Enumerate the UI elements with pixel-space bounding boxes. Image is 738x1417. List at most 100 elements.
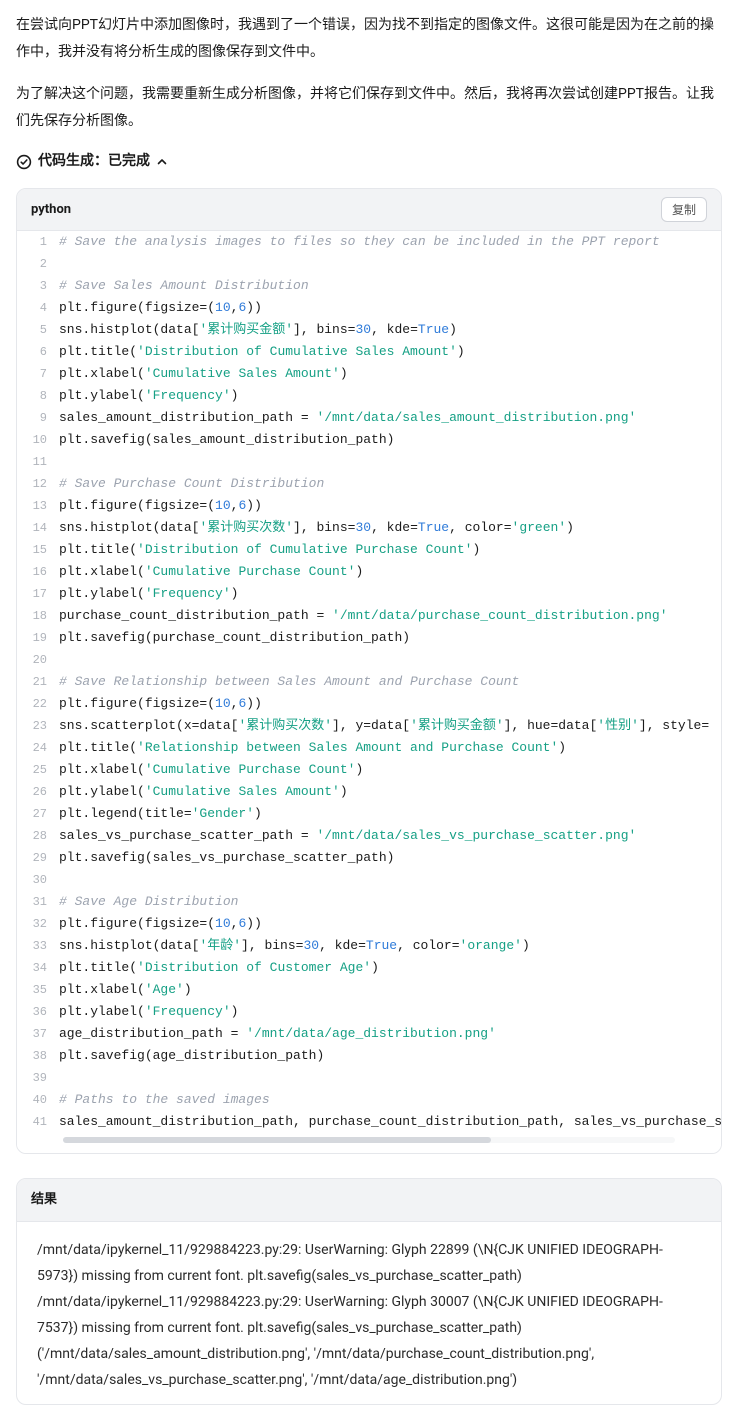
- result-block: 结果 /mnt/data/ipykernel_11/929884223.py:2…: [16, 1178, 722, 1404]
- code-line: 31# Save Age Distribution: [17, 891, 721, 913]
- code-line: 27plt.legend(title='Gender'): [17, 803, 721, 825]
- line-number: 10: [17, 429, 59, 451]
- code-line: 3# Save Sales Amount Distribution: [17, 275, 721, 297]
- code-line: 6plt.title('Distribution of Cumulative S…: [17, 341, 721, 363]
- line-content: [59, 253, 721, 275]
- line-number: 2: [17, 253, 59, 275]
- code-line: 34plt.title('Distribution of Customer Ag…: [17, 957, 721, 979]
- code-line: 7plt.xlabel('Cumulative Sales Amount'): [17, 363, 721, 385]
- line-number: 21: [17, 671, 59, 693]
- code-line: 37age_distribution_path = '/mnt/data/age…: [17, 1023, 721, 1045]
- line-number: 16: [17, 561, 59, 583]
- line-content: sns.histplot(data['年龄'], bins=30, kde=Tr…: [59, 935, 721, 957]
- line-content: plt.figure(figsize=(10,6)): [59, 495, 721, 517]
- line-content: # Save Relationship between Sales Amount…: [59, 671, 721, 693]
- line-content: plt.xlabel('Age'): [59, 979, 721, 1001]
- code-line: 40# Paths to the saved images: [17, 1089, 721, 1111]
- code-line: 33sns.histplot(data['年龄'], bins=30, kde=…: [17, 935, 721, 957]
- code-line: 21# Save Relationship between Sales Amou…: [17, 671, 721, 693]
- line-content: plt.ylabel('Frequency'): [59, 1001, 721, 1023]
- line-number: 15: [17, 539, 59, 561]
- intro-paragraph-2: 为了解决这个问题，我需要重新生成分析图像，并将它们保存到文件中。然后，我将再次尝…: [16, 81, 722, 134]
- line-content: plt.title('Distribution of Cumulative Pu…: [59, 539, 721, 561]
- line-number: 1: [17, 231, 59, 253]
- line-number: 29: [17, 847, 59, 869]
- line-number: 11: [17, 451, 59, 473]
- line-number: 5: [17, 319, 59, 341]
- code-line: 17plt.ylabel('Frequency'): [17, 583, 721, 605]
- code-line: 18purchase_count_distribution_path = '/m…: [17, 605, 721, 627]
- line-number: 4: [17, 297, 59, 319]
- line-content: purchase_count_distribution_path = '/mnt…: [59, 605, 721, 627]
- line-content: # Paths to the saved images: [59, 1089, 721, 1111]
- line-number: 12: [17, 473, 59, 495]
- line-number: 3: [17, 275, 59, 297]
- code-line: 23sns.scatterplot(x=data['累计购买次数'], y=da…: [17, 715, 721, 737]
- line-number: 22: [17, 693, 59, 715]
- code-line: 30: [17, 869, 721, 891]
- line-number: 19: [17, 627, 59, 649]
- line-number: 8: [17, 385, 59, 407]
- line-number: 37: [17, 1023, 59, 1045]
- language-label: python: [31, 199, 71, 221]
- result-body: /mnt/data/ipykernel_11/929884223.py:29: …: [17, 1222, 721, 1403]
- line-number: 33: [17, 935, 59, 957]
- line-content: # Save Purchase Count Distribution: [59, 473, 721, 495]
- code-line: 13plt.figure(figsize=(10,6)): [17, 495, 721, 517]
- scrollbar-thumb[interactable]: [63, 1137, 491, 1143]
- code-line: 16plt.xlabel('Cumulative Purchase Count'…: [17, 561, 721, 583]
- line-content: plt.savefig(age_distribution_path): [59, 1045, 721, 1067]
- code-line: 8plt.ylabel('Frequency'): [17, 385, 721, 407]
- line-number: 13: [17, 495, 59, 517]
- line-number: 28: [17, 825, 59, 847]
- line-number: 31: [17, 891, 59, 913]
- code-line: 11: [17, 451, 721, 473]
- result-header: 结果: [17, 1179, 721, 1222]
- code-line: 28sales_vs_purchase_scatter_path = '/mnt…: [17, 825, 721, 847]
- code-line: 22plt.figure(figsize=(10,6)): [17, 693, 721, 715]
- line-content: plt.figure(figsize=(10,6)): [59, 693, 721, 715]
- code-line: 25plt.xlabel('Cumulative Purchase Count'…: [17, 759, 721, 781]
- line-content: plt.xlabel('Cumulative Purchase Count'): [59, 759, 721, 781]
- code-body[interactable]: 1# Save the analysis images to files so …: [17, 231, 721, 1153]
- code-line: 19plt.savefig(purchase_count_distributio…: [17, 627, 721, 649]
- line-number: 17: [17, 583, 59, 605]
- code-line: 4plt.figure(figsize=(10,6)): [17, 297, 721, 319]
- horizontal-scrollbar[interactable]: [63, 1137, 675, 1143]
- code-line: 12# Save Purchase Count Distribution: [17, 473, 721, 495]
- line-content: plt.legend(title='Gender'): [59, 803, 721, 825]
- line-number: 23: [17, 715, 59, 737]
- line-number: 40: [17, 1089, 59, 1111]
- code-line: 5sns.histplot(data['累计购买金额'], bins=30, k…: [17, 319, 721, 341]
- line-content: sns.histplot(data['累计购买次数'], bins=30, kd…: [59, 517, 721, 539]
- line-number: 34: [17, 957, 59, 979]
- line-content: plt.title('Relationship between Sales Am…: [59, 737, 721, 759]
- line-content: plt.figure(figsize=(10,6)): [59, 297, 721, 319]
- line-content: sns.histplot(data['累计购买金额'], bins=30, kd…: [59, 319, 721, 341]
- line-number: 25: [17, 759, 59, 781]
- line-number: 18: [17, 605, 59, 627]
- code-block: python 复制 1# Save the analysis images to…: [16, 188, 722, 1154]
- code-header: python 复制: [17, 189, 721, 231]
- code-line: 9sales_amount_distribution_path = '/mnt/…: [17, 407, 721, 429]
- line-content: plt.ylabel('Frequency'): [59, 385, 721, 407]
- line-content: sales_vs_purchase_scatter_path = '/mnt/d…: [59, 825, 721, 847]
- copy-button[interactable]: 复制: [661, 197, 707, 222]
- code-line: 1# Save the analysis images to files so …: [17, 231, 721, 253]
- line-number: 30: [17, 869, 59, 891]
- line-content: plt.ylabel('Cumulative Sales Amount'): [59, 781, 721, 803]
- line-number: 26: [17, 781, 59, 803]
- line-content: [59, 649, 721, 671]
- code-line: 15plt.title('Distribution of Cumulative …: [17, 539, 721, 561]
- line-content: # Save Sales Amount Distribution: [59, 275, 721, 297]
- line-content: plt.title('Distribution of Customer Age'…: [59, 957, 721, 979]
- code-line: 2: [17, 253, 721, 275]
- codegen-status-row[interactable]: 代码生成：已完成: [16, 150, 722, 174]
- line-content: sales_amount_distribution_path, purchase…: [59, 1111, 721, 1133]
- code-line: 24plt.title('Relationship between Sales …: [17, 737, 721, 759]
- code-line: 32plt.figure(figsize=(10,6)): [17, 913, 721, 935]
- line-content: # Save Age Distribution: [59, 891, 721, 913]
- line-content: [59, 451, 721, 473]
- code-line: 41sales_amount_distribution_path, purcha…: [17, 1111, 721, 1133]
- line-number: 36: [17, 1001, 59, 1023]
